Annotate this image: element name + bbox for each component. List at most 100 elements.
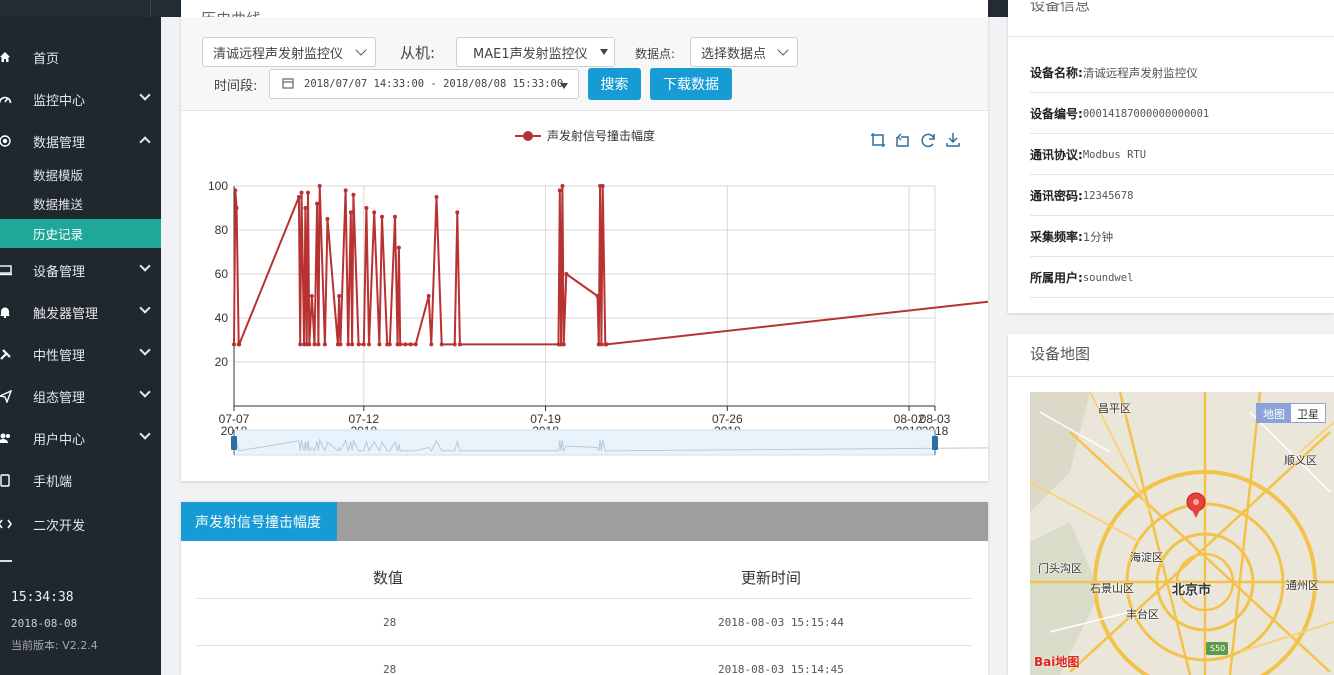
sidebar-item-trigger-management[interactable]: 触发器管理 [0, 292, 161, 332]
data-point [232, 342, 236, 347]
sidebar-item-label: 二次开发 [33, 518, 86, 534]
data-point [379, 214, 384, 219]
column-header-value: 数值 [373, 569, 404, 587]
info-key: 所属用户: [1030, 271, 1083, 285]
y-tick-label: 40 [215, 311, 229, 325]
info-key: 设备编号: [1030, 107, 1083, 121]
bell-icon [0, 305, 12, 319]
zoom-reset-icon-glyph [896, 133, 909, 147]
sidebar-item-home[interactable]: 首页 [0, 37, 161, 77]
slave-select[interactable]: MAE1声发射监控仪 [456, 37, 615, 67]
search-button[interactable]: 搜索 [588, 68, 641, 100]
chart-area: 2040608010007-07201807-12201807-19201807… [181, 111, 1049, 481]
sidebar-item-user-center[interactable]: 用户中心 [0, 418, 161, 458]
sidebar-item-mobile[interactable]: 手机端 [0, 460, 161, 500]
data-point [564, 272, 569, 276]
sidebar-item-data-management[interactable]: 数据管理 [0, 121, 161, 161]
sidebar-item-dev[interactable]: 二次开发 [0, 504, 161, 544]
info-key: 设备名称: [1030, 66, 1083, 80]
monitor-icon [0, 263, 12, 277]
download-button[interactable]: 下载数据 [650, 68, 732, 100]
tab-amplitude[interactable]: 声发射信号撞击幅度 [181, 502, 337, 541]
info-key: 采集频率: [1030, 230, 1083, 244]
download-icon[interactable] [946, 133, 960, 147]
panel-title: 设备信息 [1030, 2, 1091, 14]
data-point [408, 342, 413, 347]
download-icon-glyph [946, 133, 960, 147]
info-value: 清诚远程声发射监控仪 [1082, 65, 1198, 80]
slave-label: 从机: [400, 44, 436, 62]
info-row-protocol: 通讯协议: Modbus RTU [1030, 134, 1334, 175]
wrench-icon [0, 347, 12, 361]
sidebar-subitem-data-template[interactable]: 数据模版 [0, 160, 161, 189]
data-point [429, 342, 434, 347]
info-value: Modbus RTU [1082, 148, 1147, 161]
zoom-reset-icon[interactable] [896, 133, 909, 147]
info-value: 00014187000000000001 [1082, 107, 1210, 120]
caret-down-icon [560, 83, 568, 89]
map-type-map-button[interactable]: 地图 [1257, 404, 1291, 422]
sidebar-item-label: 数据管理 [33, 135, 86, 151]
sidebar-item-device-management[interactable]: 设备管理 [0, 250, 161, 290]
clock: 15:34:38 [11, 590, 74, 605]
panel-title: 设备地图 [1030, 345, 1091, 363]
info-value: soundwel [1082, 271, 1134, 284]
point-select[interactable]: 选择数据点 [690, 37, 798, 67]
divider [1030, 297, 1334, 298]
data-point [595, 294, 600, 298]
info-key: 通讯协议: [1030, 148, 1083, 162]
table-cell-value: 28 [383, 616, 397, 629]
data-point [350, 342, 355, 347]
sidebar-subitem-history[interactable]: 历史记录 [0, 219, 161, 248]
map-label: 丰台区 [1126, 608, 1159, 621]
sidebar-item-label: 触发器管理 [33, 306, 99, 322]
data-point [367, 342, 372, 347]
divider [1008, 376, 1334, 377]
sidebar-item-neutral-management[interactable]: 中性管理 [0, 334, 161, 374]
sidebar-item-label: 首页 [33, 51, 60, 67]
version-label: 当前版本: V2.2.4 [11, 639, 98, 652]
data-point [560, 184, 565, 188]
zoom-icon-glyph [871, 133, 885, 147]
data-point [233, 188, 238, 193]
users-icon [0, 431, 12, 445]
sidebar-subitem-data-push[interactable]: 数据推送 [0, 189, 161, 218]
data-point [457, 342, 462, 347]
data-point [364, 206, 369, 210]
map-label: 顺义区 [1284, 454, 1317, 467]
data-point [398, 342, 403, 347]
map-label: 昌平区 [1098, 402, 1131, 415]
info-row-owner: 所属用户: soundwel [1030, 257, 1334, 298]
mobile-icon [0, 473, 12, 487]
sidebar-item-label: 用户中心 [33, 432, 86, 448]
filter-area: 清诚远程声发射监控仪 从机: MAE1声发射监控仪 数据点: 选择数据点 时间段… [181, 17, 988, 111]
line-chart[interactable]: 2040608010007-07201807-12201807-19201807… [181, 111, 1049, 481]
y-tick-label: 20 [215, 355, 229, 369]
table-divider [196, 645, 972, 646]
data-point [296, 195, 301, 199]
target-icon [0, 134, 12, 148]
table-cell-value: 28 [383, 663, 397, 675]
period-picker[interactable]: 2018/07/07 14:33:00 - 2018/08/08 15:33:0… [269, 69, 579, 99]
map-type-satellite-button[interactable]: 卫星 [1291, 404, 1325, 422]
sidebar: 首页 监控中心 数据管理 数据模版 数据推送 历史记录 设备管理 触发器管理 中… [0, 17, 161, 675]
sidebar-item-label: 组态管理 [33, 390, 86, 406]
data-table-panel: 声发射信号撞击幅度 数值 更新时间 28 2018-08-03 15:15:44… [181, 502, 988, 675]
data-point [325, 217, 330, 221]
sidebar-item-label: 监控中心 [33, 93, 86, 109]
cut-off-menu-item [0, 560, 100, 563]
legend-label: 声发射信号撞击幅度 [547, 128, 655, 143]
map-view[interactable]: 昌平区 顺义区 海淀区 门头沟区 石景山区 北京市 通州区 丰台区 S50 地图… [1030, 392, 1334, 675]
sidebar-item-label: 手机端 [33, 474, 73, 490]
sidebar-item-config-management[interactable]: 组态管理 [0, 376, 161, 416]
zoom-icon[interactable] [871, 133, 885, 147]
calendar-icon [282, 77, 294, 92]
chevron-up-icon [139, 136, 151, 148]
sidebar-item-label: 设备管理 [33, 264, 86, 280]
sidebar-item-monitor-center[interactable]: 监控中心 [0, 79, 161, 119]
info-value: 1分钟 [1082, 229, 1114, 244]
device-map-panel: 设备地图 昌平区 顺义区 海淀区 门头沟区 石景山区 北京市 通州区 丰台区 S… [1008, 334, 1334, 675]
refresh-icon[interactable] [921, 133, 935, 148]
y-tick-label: 80 [215, 223, 229, 237]
device-select[interactable]: 清诚远程声发射监控仪 [202, 37, 376, 67]
